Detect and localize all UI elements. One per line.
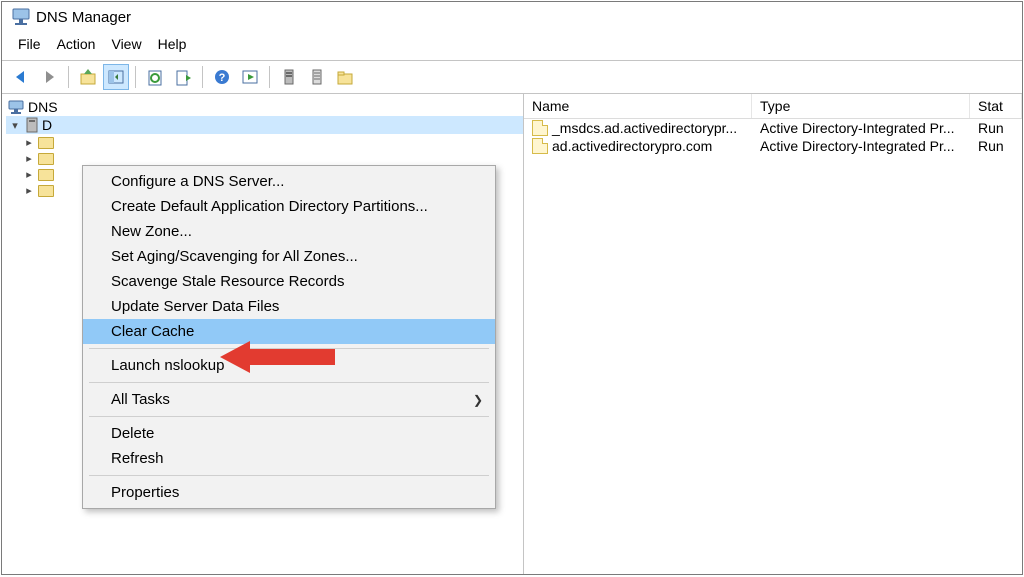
zone-file-icon [532,138,548,154]
refresh-button[interactable] [142,64,168,90]
tree-root-dns[interactable]: DNS [6,98,523,116]
chevron-right-icon[interactable]: ▸ [22,152,36,165]
cm-separator [89,382,489,383]
tree-server-node[interactable]: ▾ D [6,116,523,134]
menu-view[interactable]: View [105,34,147,54]
tree-folder-1[interactable]: ▸ [20,134,523,150]
cm-all-tasks[interactable]: All Tasks ❯ [83,387,495,412]
svg-text:?: ? [219,72,226,84]
server-icon-1[interactable] [276,64,302,90]
list-header: Name Type Stat [524,94,1022,119]
show-hide-tree-button[interactable] [103,64,129,90]
cm-update-server-data[interactable]: Update Server Data Files [83,294,495,319]
context-menu: Configure a DNS Server... Create Default… [82,165,496,509]
table-row[interactable]: ad.activedirectorypro.com Active Directo… [524,137,1022,155]
cm-all-tasks-label: All Tasks [111,391,170,408]
list-pane: Name Type Stat _msdcs.ad.activedirectory… [524,94,1022,574]
dns-root-icon [8,99,24,115]
menu-help[interactable]: Help [152,34,193,54]
zone-name: _msdcs.ad.activedirectorypr... [552,120,737,136]
cm-delete[interactable]: Delete [83,421,495,446]
cm-launch-nslookup[interactable]: Launch nslookup [83,353,495,378]
menu-action[interactable]: Action [51,34,102,54]
chevron-right-icon[interactable]: ▸ [22,168,36,181]
folder-icon [38,185,54,197]
cm-refresh[interactable]: Refresh [83,446,495,471]
folder-icon [38,169,54,181]
zone-name: ad.activedirectorypro.com [552,138,712,154]
tree-folder-2[interactable]: ▸ [20,150,523,166]
chevron-down-icon[interactable]: ▾ [8,119,22,132]
toolbar-sep-4 [269,66,270,88]
new-folder-button[interactable] [332,64,358,90]
cm-new-zone[interactable]: New Zone... [83,219,495,244]
chevron-right-icon[interactable]: ▸ [22,184,36,197]
col-header-name[interactable]: Name [524,94,752,118]
zone-type: Active Directory-Integrated Pr... [752,138,970,154]
folder-icon [38,137,54,149]
toolbar-sep-3 [202,66,203,88]
titlebar: DNS Manager [2,2,1022,32]
col-header-type[interactable]: Type [752,94,970,118]
toolbar-sep-2 [135,66,136,88]
dns-app-icon [12,8,30,26]
back-button[interactable] [8,64,34,90]
tree-server-label: D [42,117,52,133]
help-button[interactable]: ? [209,64,235,90]
forward-button[interactable] [36,64,62,90]
cm-separator [89,475,489,476]
menu-file[interactable]: File [12,34,47,54]
run-icon[interactable] [237,64,263,90]
col-header-status[interactable]: Stat [970,94,1022,118]
menubar: File Action View Help [2,32,1022,60]
cm-separator [89,348,489,349]
cm-set-aging[interactable]: Set Aging/Scavenging for All Zones... [83,244,495,269]
cm-scavenge[interactable]: Scavenge Stale Resource Records [83,269,495,294]
cm-properties[interactable]: Properties [83,480,495,505]
window-title: DNS Manager [36,9,131,26]
zone-status: Run [970,138,1022,154]
chevron-right-icon[interactable]: ▸ [22,136,36,149]
submenu-arrow-icon: ❯ [473,393,483,407]
zone-type: Active Directory-Integrated Pr... [752,120,970,136]
cm-separator [89,416,489,417]
toolbar: ? [2,60,1022,94]
zone-file-icon [532,120,548,136]
list-body[interactable]: _msdcs.ad.activedirectorypr... Active Di… [524,119,1022,574]
toolbar-sep-1 [68,66,69,88]
server-node-icon [24,117,40,133]
table-row[interactable]: _msdcs.ad.activedirectorypr... Active Di… [524,119,1022,137]
zone-status: Run [970,120,1022,136]
cm-configure-dns-server[interactable]: Configure a DNS Server... [83,169,495,194]
tree-root-label: DNS [28,99,58,115]
up-button[interactable] [75,64,101,90]
server-icon-2[interactable] [304,64,330,90]
export-button[interactable] [170,64,196,90]
folder-icon [38,153,54,165]
cm-create-default-partitions[interactable]: Create Default Application Directory Par… [83,194,495,219]
cm-clear-cache[interactable]: Clear Cache [83,319,495,344]
